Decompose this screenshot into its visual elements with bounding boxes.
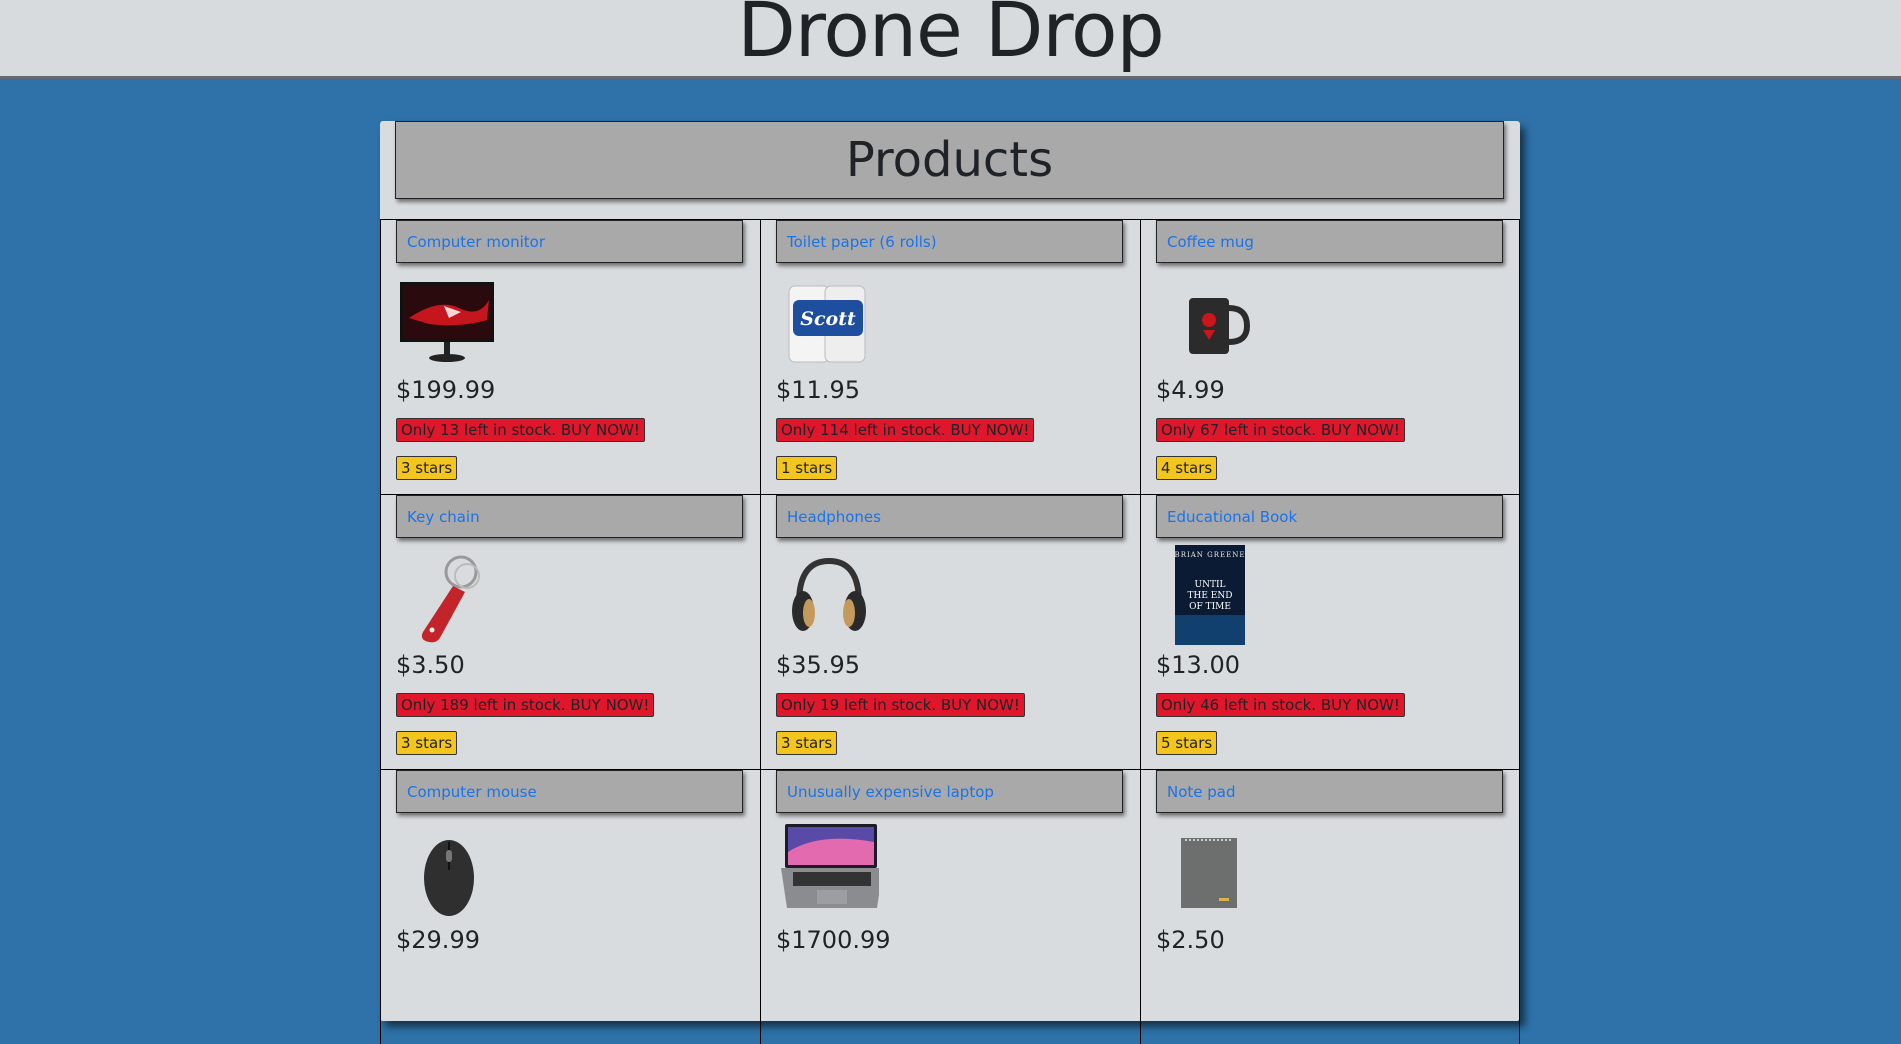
product-link[interactable]: Note pad	[1156, 770, 1503, 813]
product-card: Computer monitor $199.99 Only 13 left in…	[380, 219, 760, 494]
product-card: Note pad $2.50	[1140, 769, 1520, 1044]
product-link[interactable]: Computer monitor	[396, 220, 743, 263]
mouse-icon	[424, 840, 474, 916]
keychain-icon	[421, 555, 480, 643]
product-price: $13.00	[1156, 651, 1240, 679]
mug-icon	[1189, 298, 1251, 354]
product-price: $3.50	[396, 651, 465, 679]
book-author: BRIAN GREENE	[1175, 551, 1246, 559]
rating-badge: 5 stars	[1156, 731, 1218, 755]
book-title-line: OF TIME	[1189, 602, 1231, 612]
product-link[interactable]: Coffee mug	[1156, 220, 1503, 263]
product-link[interactable]: Computer mouse	[396, 770, 743, 813]
product-price: $4.99	[1156, 376, 1225, 404]
book-title-line: THE END	[1188, 591, 1233, 601]
product-card: Educational Book BRIAN GREENE UNTIL THE …	[1140, 494, 1520, 769]
stock-badge: Only 19 left in stock. BUY NOW!	[776, 693, 1025, 717]
product-link[interactable]: Unusually expensive laptop	[776, 770, 1123, 813]
product-card: Computer mouse $29.99	[380, 769, 760, 1044]
product-grid: Computer monitor $199.99 Only 13 left in…	[380, 219, 1520, 1044]
product-price: $1700.99	[776, 926, 891, 954]
product-price: $2.50	[1156, 926, 1225, 954]
product-link[interactable]: Headphones	[776, 495, 1123, 538]
product-link[interactable]: Key chain	[396, 495, 743, 538]
toilet-paper-icon: Scott	[788, 285, 866, 363]
stock-badge: Only 67 left in stock. BUY NOW!	[1156, 418, 1405, 442]
product-link[interactable]: Educational Book	[1156, 495, 1503, 538]
stock-badge: Only 189 left in stock. BUY NOW!	[396, 693, 655, 717]
rating-badge: 3 stars	[396, 731, 458, 755]
notepad-icon	[1181, 838, 1237, 908]
stock-badge: Only 13 left in stock. BUY NOW!	[396, 418, 645, 442]
products-heading: Products	[395, 121, 1504, 199]
product-card: Toilet paper (6 rolls) Scott $11.95 Only…	[760, 219, 1140, 494]
product-card: Key chain $3.50 Only 189 left in stock. …	[380, 494, 760, 769]
product-price: $11.95	[776, 376, 860, 404]
site-title: Drone Drop	[737, 0, 1165, 74]
products-panel: Products Computer monitor $199.99 Only 1…	[380, 121, 1520, 1044]
site-header: Drone Drop	[0, 0, 1901, 79]
product-card: Headphones $35.95 Only 19 left in stock.…	[760, 494, 1140, 769]
rating-badge: 3 stars	[776, 731, 838, 755]
headphones-icon	[792, 557, 866, 631]
product-card: Unusually expensive laptop $1700.99	[760, 769, 1140, 1044]
laptop-icon	[781, 824, 879, 908]
rating-badge: 4 stars	[1156, 456, 1218, 480]
stock-badge: Only 114 left in stock. BUY NOW!	[776, 418, 1035, 442]
product-price: $29.99	[396, 926, 480, 954]
book-title-line: UNTIL	[1195, 580, 1226, 590]
rating-badge: 1 stars	[776, 456, 838, 480]
book-icon: BRIAN GREENE UNTIL THE END OF TIME	[1175, 545, 1246, 645]
product-price: $35.95	[776, 651, 860, 679]
monitor-icon	[400, 282, 494, 362]
product-price: $199.99	[396, 376, 496, 404]
rating-badge: 3 stars	[396, 456, 458, 480]
product-link[interactable]: Toilet paper (6 rolls)	[776, 220, 1123, 263]
product-card: Coffee mug $4.99 Only 67 left in stock. …	[1140, 219, 1520, 494]
stock-badge: Only 46 left in stock. BUY NOW!	[1156, 693, 1405, 717]
toilet-paper-brand: Scott	[800, 308, 856, 330]
